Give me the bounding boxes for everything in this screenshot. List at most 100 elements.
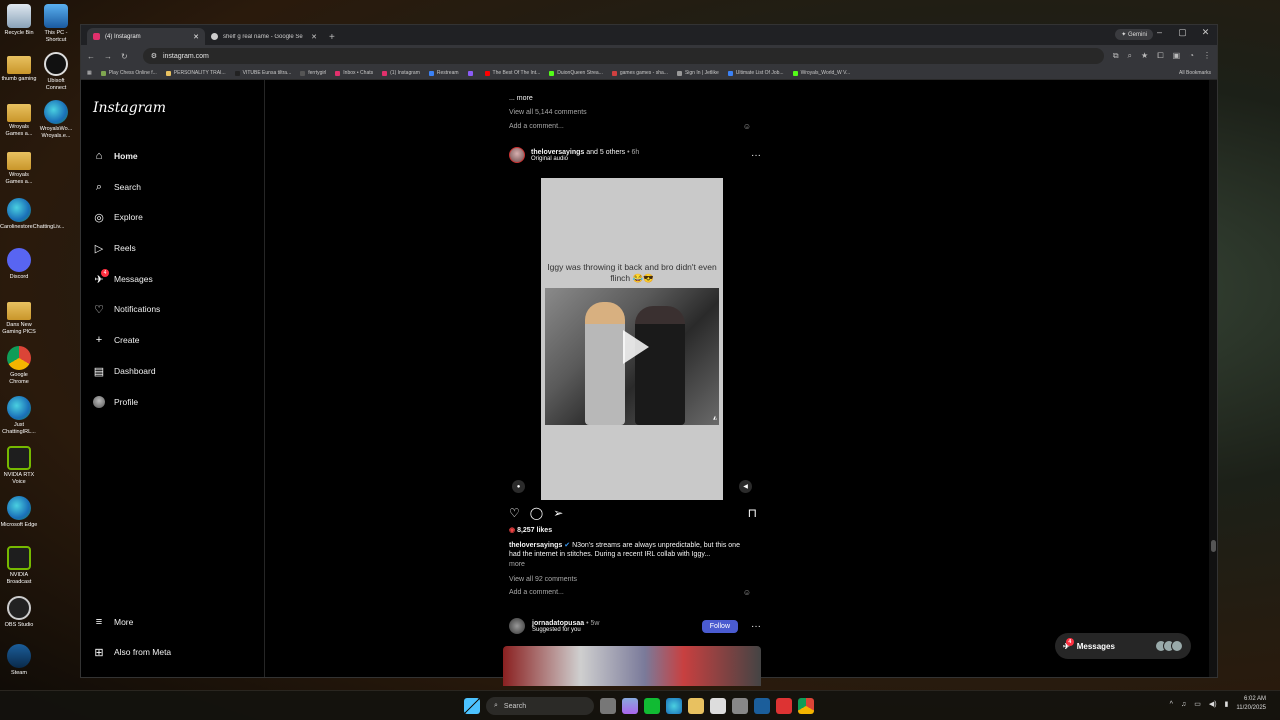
copilot-icon[interactable] <box>622 698 638 714</box>
sidebar-item-profile[interactable]: Profile <box>93 396 138 408</box>
volume-icon[interactable]: ◀) <box>1209 700 1217 708</box>
emoji-icon[interactable]: ☺ <box>743 588 751 597</box>
all-bookmarks-button[interactable]: All Bookmarks <box>1179 70 1211 76</box>
chrome-icon[interactable] <box>798 698 814 714</box>
bookmark-item[interactable]: Play Chess Online f... <box>100 70 157 76</box>
microphone-icon[interactable]: ♫ <box>1181 701 1186 708</box>
sidebar-item-search[interactable]: ⌕ Search <box>93 181 141 193</box>
back-icon[interactable]: ← <box>87 52 95 61</box>
close-window-button[interactable]: ✕ <box>1194 27 1217 38</box>
post-options-icon[interactable]: ··· <box>751 621 761 632</box>
bookmark-item[interactable]: Inbox • Chats <box>335 70 373 76</box>
steam-icon[interactable] <box>754 698 770 714</box>
battery-icon[interactable]: ▮ <box>1225 700 1229 708</box>
sidebar-item-reels[interactable]: ▷ Reels <box>93 242 136 255</box>
maximize-button[interactable]: ▢ <box>1171 27 1194 38</box>
post-options-icon[interactable]: ··· <box>751 150 761 161</box>
desktop-icon-discord[interactable]: Discord <box>0 248 38 281</box>
zoom-icon[interactable]: ⌕ <box>1128 51 1132 61</box>
bookmark-item[interactable]: Wroyals_World_W V... <box>792 70 850 76</box>
reel-video[interactable]: Iggy was throwing it back and bro didn't… <box>541 178 723 500</box>
close-tab-icon[interactable]: ✕ <box>311 33 317 41</box>
tab-instagram[interactable]: (4) Instagram ✕ <box>87 28 205 45</box>
desktop-icon-folder[interactable]: Wroyals Games a... <box>0 100 38 138</box>
profile-icon[interactable]: ◔ <box>1189 51 1194 61</box>
desktop-icon-folder[interactable]: thumb gaming <box>0 52 38 83</box>
desktop-icon-folder[interactable]: Wroyals Games a... <box>0 148 38 186</box>
sidepanel-icon[interactable]: ▣ <box>1173 51 1181 61</box>
settings-icon[interactable] <box>732 698 748 714</box>
share-icon[interactable]: ➢ <box>553 506 563 520</box>
sidebar-item-create[interactable]: + Create <box>93 334 140 346</box>
mute-icon[interactable]: ◀ <box>739 480 752 493</box>
desktop-icon-chrome[interactable]: Google Chrome <box>0 346 38 386</box>
save-icon[interactable]: ⊓ <box>748 506 757 520</box>
bookmark-item[interactable]: The Best Of The Int... <box>484 70 540 76</box>
network-icon[interactable]: ▭ <box>1194 700 1201 708</box>
bookmark-item[interactable]: PERSONALITY TRAI... <box>165 70 226 76</box>
bookmark-item[interactable]: VITUBE Eunsa tiltra... <box>234 70 291 76</box>
view-comments[interactable]: View all 92 comments <box>509 576 577 583</box>
desktop-icon-edge[interactable]: Microsoft Edge <box>0 496 38 529</box>
more-menu[interactable]: ≡ More <box>93 616 134 628</box>
emoji-icon[interactable]: ☺ <box>743 122 751 131</box>
also-from-meta[interactable]: ⊞ Also from Meta <box>93 646 171 659</box>
sidebar-item-explore[interactable]: ◎ Explore <box>93 211 143 224</box>
tagged-users-icon[interactable]: ● <box>512 480 525 493</box>
bookmark-item[interactable]: games games - sha... <box>611 70 668 76</box>
desktop-icon-pc[interactable]: This PC - Shortcut <box>37 4 75 44</box>
desktop-icon-obs[interactable]: OBS Studio <box>0 596 38 629</box>
task-view-icon[interactable] <box>600 698 616 714</box>
desktop-icon-edge[interactable]: WroyalsWo... Wroyals.e... <box>37 100 75 140</box>
edge-icon[interactable] <box>666 698 682 714</box>
desktop-icon-steam[interactable]: Steam <box>0 644 38 677</box>
extensions-icon[interactable]: ⧠ <box>1157 51 1163 61</box>
bookmark-star-icon[interactable]: ★ <box>1141 51 1148 61</box>
post-username[interactable]: theloversayings <box>531 149 584 156</box>
likes-count[interactable]: ◉ 8,257 likes <box>509 526 552 534</box>
app-icon[interactable] <box>776 698 792 714</box>
reload-icon[interactable]: ↻ <box>121 52 128 61</box>
instagram-logo[interactable]: Instagram <box>93 100 166 116</box>
new-tab-button[interactable]: + <box>323 32 343 45</box>
file-explorer-icon[interactable] <box>688 698 704 714</box>
bookmark-item[interactable]: (1) Instagram <box>382 70 420 76</box>
desktop-icon-edge[interactable]: Just ChattingIRL... <box>0 396 38 436</box>
desktop-icon-folder[interactable]: Dans New Gaming PICS <box>0 298 38 336</box>
prev-add-comment[interactable]: Add a comment... <box>509 123 564 130</box>
sidebar-item-notifications[interactable]: ♡ Notifications <box>93 303 160 316</box>
sidebar-item-messages[interactable]: ✈ 4 Messages <box>93 269 153 286</box>
like-icon[interactable]: ♡ <box>509 506 520 520</box>
xbox-icon[interactable] <box>644 698 660 714</box>
menu-icon[interactable]: ⋮ <box>1203 51 1211 61</box>
play-icon[interactable] <box>623 330 649 364</box>
bookmark-item[interactable]: DuionQueen Strea... <box>549 70 603 76</box>
caption-username[interactable]: theloversayings <box>509 542 562 549</box>
messages-floating-button[interactable]: ✈ 4 Messages <box>1055 633 1191 659</box>
desktop-icon-nvidia[interactable]: NVIDIA RTX Voice <box>0 446 38 486</box>
clock[interactable]: 6:02 AM 11/20/2025 <box>1236 695 1266 713</box>
desktop-icon-ubi[interactable]: Ubisoft Connect <box>37 52 75 92</box>
post-audio[interactable]: Original audio <box>531 156 639 162</box>
avatar[interactable] <box>509 147 525 163</box>
follow-button[interactable]: Follow <box>701 619 738 633</box>
add-comment[interactable]: Add a comment... <box>509 589 564 596</box>
desktop-icon-nvidia[interactable]: NVIDIA Broadcast <box>0 546 38 586</box>
bookmark-item[interactable]: Sign In | Jetlike <box>676 70 719 76</box>
minimize-button[interactable]: – <box>1148 27 1171 38</box>
prev-post-more[interactable]: ... more <box>509 95 533 102</box>
taskbar-search[interactable]: ⌕ Search <box>486 697 594 715</box>
caption-more[interactable]: more <box>509 561 525 568</box>
bookmark-item[interactable]: Ultimate List Of Job... <box>727 70 784 76</box>
prev-view-comments[interactable]: View all 5,144 comments <box>509 109 587 116</box>
cast-icon[interactable]: ⧉ <box>1113 51 1119 61</box>
post-with[interactable]: and 5 others <box>586 149 625 156</box>
chevron-up-icon[interactable]: ^ <box>1170 701 1173 708</box>
store-icon[interactable] <box>710 698 726 714</box>
close-tab-icon[interactable]: ✕ <box>193 33 199 41</box>
next-post-username[interactable]: jornadatopusaa <box>532 620 584 627</box>
post-media[interactable]: Iggy was throwing it back and bro didn't… <box>503 178 761 500</box>
bookmark-item[interactable] <box>467 70 476 76</box>
tab-google-search[interactable]: shelf g real name - Google Sea... ✕ <box>205 28 323 45</box>
desktop-icon-bin[interactable]: Recycle Bin <box>0 4 38 37</box>
